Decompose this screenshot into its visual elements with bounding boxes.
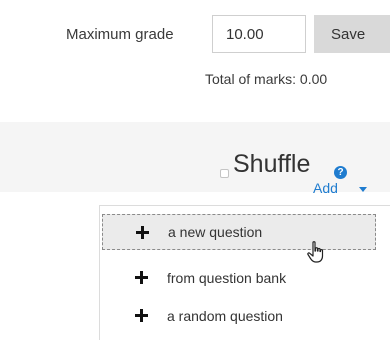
- caret-down-icon[interactable]: [359, 187, 367, 192]
- menu-item-new-question[interactable]: a new question: [102, 214, 376, 250]
- maximum-grade-input[interactable]: [212, 15, 306, 53]
- save-button[interactable]: Save: [314, 15, 390, 53]
- menu-item-from-question-bank[interactable]: from question bank: [100, 260, 376, 296]
- plus-icon: [135, 309, 148, 322]
- menu-item-label: a random question: [167, 308, 283, 324]
- plus-icon: [135, 271, 148, 284]
- menu-item-label: a new question: [168, 224, 263, 240]
- shuffle-checkbox[interactable]: [220, 169, 229, 178]
- help-icon[interactable]: ?: [334, 166, 347, 179]
- quiz-edit-page: Maximum grade Save Total of marks: 0.00 …: [0, 0, 390, 340]
- plus-icon: [136, 226, 149, 239]
- shuffle-label: Shuffle: [233, 150, 311, 178]
- menu-item-random-question[interactable]: a random question: [100, 298, 376, 334]
- total-marks-text: Total of marks: 0.00: [205, 71, 328, 87]
- hand-cursor-icon: [307, 241, 324, 263]
- add-dropdown-menu: a new question from question bank a rand…: [99, 205, 390, 340]
- add-menu-toggle[interactable]: Add: [313, 180, 338, 196]
- menu-item-label: from question bank: [167, 270, 287, 286]
- maximum-grade-label: Maximum grade: [66, 26, 174, 43]
